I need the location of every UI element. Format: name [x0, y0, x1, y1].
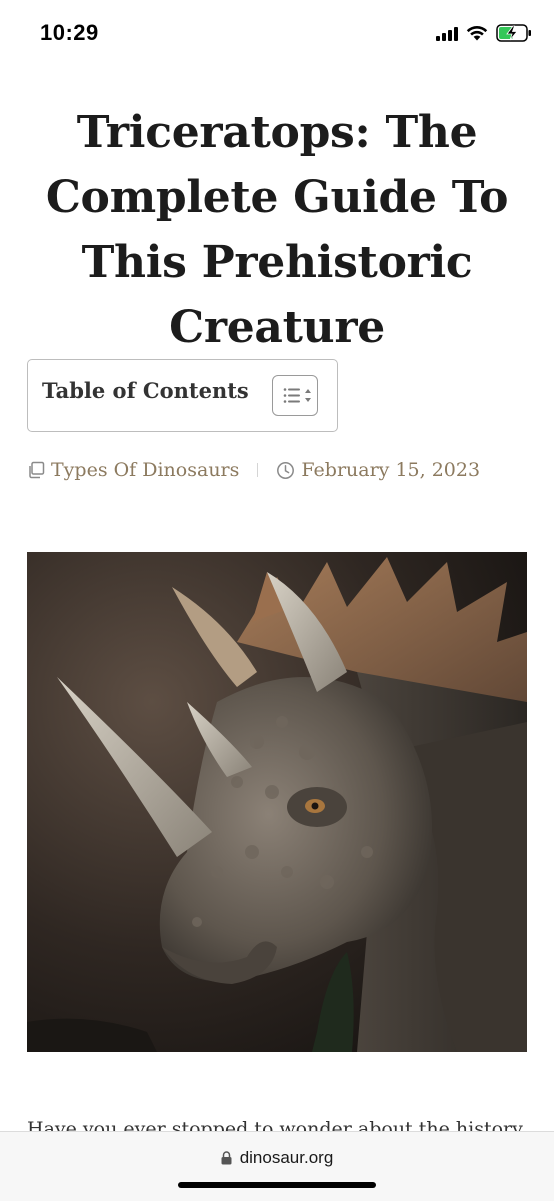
publish-date[interactable]: February 15, 2023 [301, 459, 480, 481]
home-indicator[interactable] [178, 1182, 376, 1188]
date-link[interactable]: February 15, 2023 [276, 459, 480, 481]
list-toggle-icon [283, 388, 311, 403]
toc-toggle-button[interactable] [272, 375, 318, 416]
meta-divider [257, 463, 259, 477]
post-meta: Types Of Dinosaurs February 15, 2023 [27, 455, 480, 485]
battery-charging-icon [496, 24, 531, 42]
url-text[interactable]: dinosaur.org [240, 1148, 334, 1167]
toc-label: Table of Contents [42, 378, 249, 403]
wifi-icon [466, 26, 488, 41]
signal-icon [436, 25, 458, 41]
status-bar: 10:29 [0, 0, 554, 66]
category-link[interactable]: Types Of Dinosaurs [27, 459, 239, 481]
page-title: Triceratops: The Complete Guide To This … [45, 107, 509, 353]
triceratops-illustration [27, 552, 527, 1052]
lock-icon [221, 1151, 232, 1165]
url-display[interactable]: dinosaur.org [0, 1148, 554, 1168]
clock-icon [277, 461, 295, 479]
status-icons [436, 20, 532, 46]
table-of-contents[interactable]: Table of Contents [27, 359, 338, 432]
browser-address-bar[interactable]: dinosaur.org [0, 1131, 554, 1201]
featured-image [27, 552, 527, 1052]
copy-icon [29, 461, 45, 479]
status-time: 10:29 [40, 20, 99, 45]
category-label[interactable]: Types Of Dinosaurs [51, 459, 239, 481]
